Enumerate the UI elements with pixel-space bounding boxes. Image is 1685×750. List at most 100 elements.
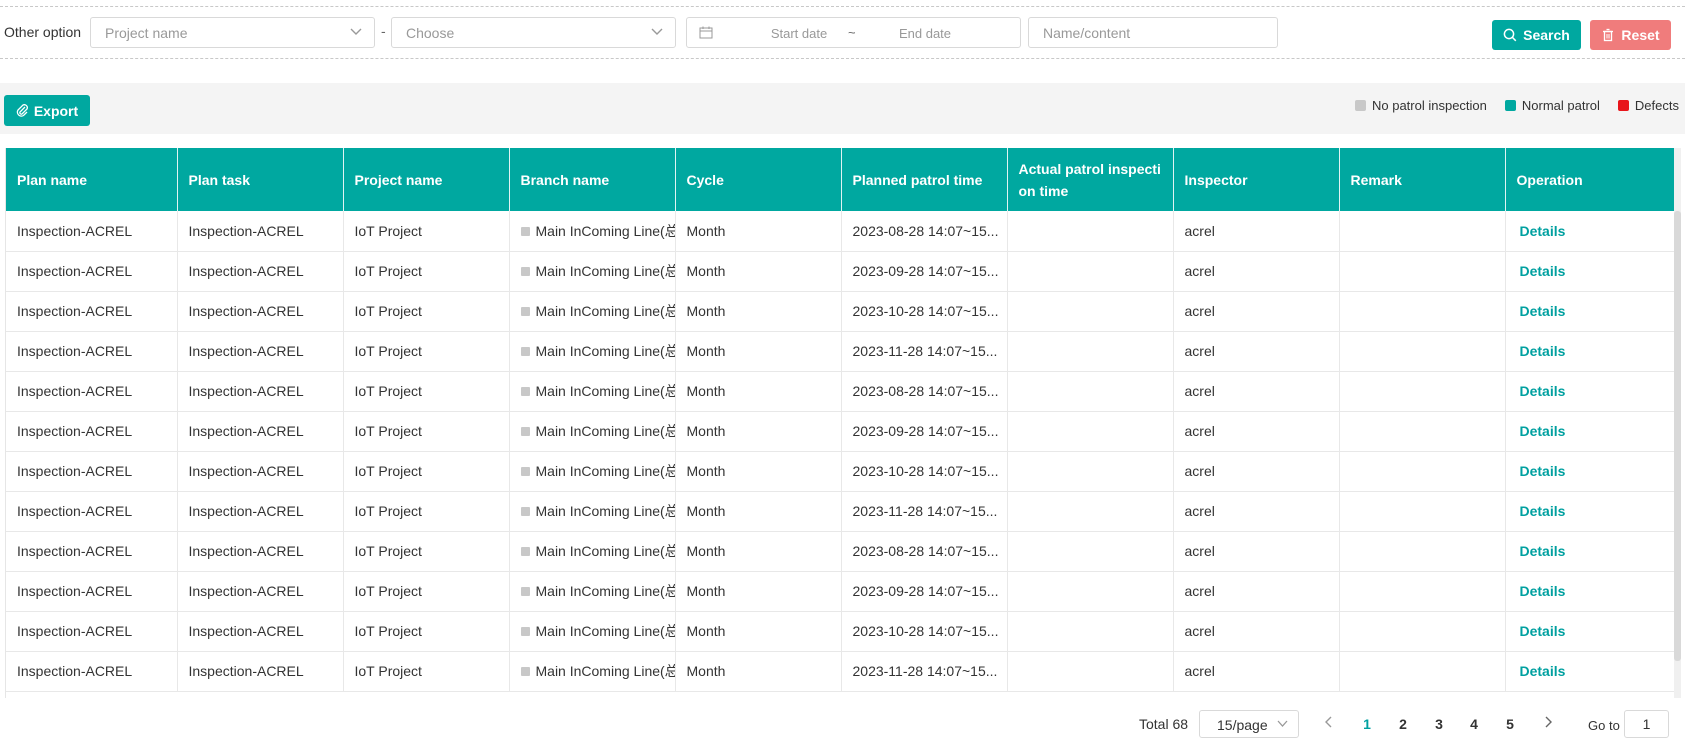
details-link[interactable]: Details — [1505, 251, 1674, 292]
status-dot-icon — [520, 667, 530, 676]
cycle-cell: Month — [675, 491, 842, 532]
branch-name-cell: Main InComing Line(总 — [509, 571, 676, 612]
remark-cell — [1339, 371, 1506, 412]
status-dot-icon — [520, 387, 530, 396]
chevron-right-icon[interactable] — [1542, 714, 1554, 730]
details-link[interactable]: Details — [1505, 331, 1674, 372]
goto-page-input[interactable] — [1624, 710, 1669, 738]
remark-cell — [1339, 491, 1506, 532]
details-link[interactable]: Details — [1505, 451, 1674, 492]
table-row: Inspection-ACREL Inspection-ACREL IoT Proj… — [6, 251, 1674, 292]
trash-icon — [1603, 28, 1614, 42]
export-button[interactable]: Export — [4, 95, 90, 126]
branch-name-cell: Main InComing Line(总 — [509, 291, 676, 332]
cycle-cell: Month — [675, 651, 842, 692]
plan-task-cell: Inspection-ACREL — [177, 531, 344, 572]
scrollbar-thumb[interactable] — [1674, 211, 1681, 661]
table-row: Inspection-ACREL Inspection-ACREL IoT Proj… — [6, 611, 1674, 652]
planned-time-cell: 2023-09-28 14:07~15... — [841, 571, 1008, 612]
plan-name-cell: Inspection-ACREL — [6, 371, 178, 412]
plan-name-cell: Inspection-ACREL — [6, 451, 178, 492]
table-row: Inspection-ACREL Inspection-ACREL IoT Proj… — [6, 211, 1674, 252]
details-link[interactable]: Details — [1505, 411, 1674, 452]
page-button-3[interactable]: 3 — [1429, 716, 1449, 732]
details-link[interactable]: Details — [1505, 651, 1674, 692]
project-name-cell: IoT Project — [343, 571, 510, 612]
project-name-cell: IoT Project — [343, 291, 510, 332]
inspector-cell: acrel — [1173, 331, 1340, 372]
project-name-cell: IoT Project — [343, 211, 510, 252]
search-button[interactable]: Search — [1492, 20, 1581, 50]
name-content-input[interactable] — [1028, 17, 1278, 48]
choose-select[interactable]: Choose — [391, 17, 676, 48]
column-header: Planned patrol time — [841, 148, 1008, 211]
details-link[interactable]: Details — [1505, 611, 1674, 652]
remark-cell — [1339, 651, 1506, 692]
branch-name-text: Main InComing Line(总 — [535, 623, 675, 639]
page-button-4[interactable]: 4 — [1464, 716, 1484, 732]
page-button-2[interactable]: 2 — [1393, 716, 1413, 732]
branch-name-text: Main InComing Line(总 — [535, 222, 675, 239]
end-date-input[interactable]: End date — [875, 26, 975, 41]
project-name-cell: IoT Project — [343, 331, 510, 372]
chevron-down-icon — [651, 28, 663, 35]
page-button-5[interactable]: 5 — [1500, 716, 1520, 732]
details-link[interactable]: Details — [1505, 571, 1674, 612]
plan-name-cell: Inspection-ACREL — [6, 331, 178, 372]
plan-task-cell: Inspection-ACREL — [177, 411, 344, 452]
legend-swatch-teal — [1504, 100, 1516, 111]
legend-label: No patrol inspection — [1371, 98, 1487, 113]
inspector-cell: acrel — [1173, 291, 1340, 332]
page-button-1[interactable]: 1 — [1357, 716, 1377, 732]
column-header: Remark — [1339, 148, 1506, 211]
other-option-label: Other option — [4, 24, 82, 40]
actual-time-cell — [1007, 331, 1174, 372]
branch-name-cell: Main InComing Line(总 — [509, 251, 676, 292]
branch-name-cell: Main InComing Line(总 — [509, 651, 676, 692]
search-icon — [1503, 28, 1517, 42]
remark-cell — [1339, 211, 1506, 252]
details-link[interactable]: Details — [1505, 211, 1674, 252]
branch-name-text: Main InComing Line(总 — [535, 543, 675, 559]
reset-button[interactable]: Reset — [1590, 20, 1671, 50]
branch-name-text: Main InComing Line(总 — [535, 423, 675, 439]
toolbar: Export No patrol inspection Normal patro… — [0, 83, 1685, 134]
details-link[interactable]: Details — [1505, 491, 1674, 532]
column-header: Operation — [1505, 148, 1674, 211]
column-header: Plan name — [6, 148, 178, 211]
project-name-select[interactable]: Project name — [90, 17, 375, 48]
filter-bar: Other option Project name - Choose Start… — [0, 6, 1685, 59]
status-dot-icon — [520, 307, 530, 316]
actual-time-cell — [1007, 371, 1174, 412]
branch-name-cell: Main InComing Line(总 — [509, 531, 676, 572]
page-size-select[interactable]: 15/page — [1199, 710, 1299, 738]
planned-time-cell: 2023-10-28 14:07~15... — [841, 291, 1008, 332]
details-link[interactable]: Details — [1505, 531, 1674, 572]
project-name-cell: IoT Project — [343, 491, 510, 532]
planned-time-cell: 2023-08-28 14:07~15... — [841, 211, 1008, 252]
remark-cell — [1339, 531, 1506, 572]
plan-task-cell: Inspection-ACREL — [177, 651, 344, 692]
cycle-cell: Month — [675, 291, 842, 332]
table-scrollbar[interactable] — [1674, 148, 1681, 698]
branch-name-text: Main InComing Line(总 — [535, 583, 675, 599]
plan-name-cell: Inspection-ACREL — [6, 611, 178, 652]
chevron-left-icon[interactable] — [1323, 714, 1335, 730]
start-date-input[interactable]: Start date — [749, 26, 849, 41]
date-range-picker[interactable]: Start date ~ End date — [686, 17, 1021, 48]
plan-task-cell: Inspection-ACREL — [177, 291, 344, 332]
remark-cell — [1339, 451, 1506, 492]
planned-time-cell: 2023-10-28 14:07~15... — [841, 451, 1008, 492]
plan-task-cell: Inspection-ACREL — [177, 571, 344, 612]
actual-time-cell — [1007, 531, 1174, 572]
filter-separator: - — [381, 23, 386, 39]
details-link[interactable]: Details — [1505, 291, 1674, 332]
branch-name-cell: Main InComing Line(总 — [509, 331, 676, 372]
column-header: Project name — [343, 148, 510, 211]
inspector-cell: acrel — [1173, 451, 1340, 492]
inspector-cell: acrel — [1173, 571, 1340, 612]
actual-time-cell — [1007, 411, 1174, 452]
table-row: Inspection-ACREL Inspection-ACREL IoT Proj… — [6, 651, 1674, 692]
details-link[interactable]: Details — [1505, 371, 1674, 412]
status-dot-icon — [520, 507, 530, 516]
